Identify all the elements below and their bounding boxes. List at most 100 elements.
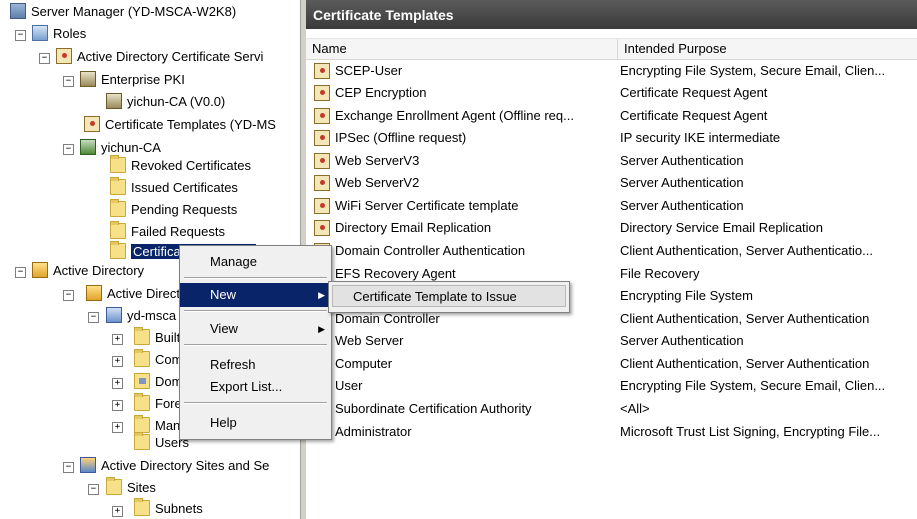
menu-item-cert-template-to-issue[interactable]: Certificate Template to Issue: [332, 285, 566, 307]
menu-item-refresh[interactable]: Refresh: [180, 353, 331, 377]
collapse-icon[interactable]: −: [15, 267, 26, 278]
table-row[interactable]: CEP Encryption Certificate Request Agent: [306, 82, 917, 104]
tree-subnets[interactable]: Subnets: [134, 497, 203, 519]
expand-icon[interactable]: +: [112, 422, 123, 433]
folder-icon: [134, 327, 150, 345]
collapse-icon[interactable]: −: [88, 312, 99, 323]
collapse-icon[interactable]: −: [63, 290, 74, 301]
table-row[interactable]: Web Server Server Authentication: [306, 330, 917, 352]
submenu-arrow-icon: ▶: [318, 290, 325, 300]
table-row[interactable]: IPSec (Offline request) IP security IKE …: [306, 127, 917, 149]
menu-item-manage[interactable]: Manage: [180, 250, 331, 274]
tree-enterprise-pki[interactable]: Enterprise PKI: [80, 68, 185, 90]
collapse-icon[interactable]: −: [88, 484, 99, 495]
domain-icon: [106, 307, 122, 323]
column-header-name[interactable]: Name: [306, 39, 618, 59]
tree-sites[interactable]: Sites: [106, 476, 156, 498]
expand-icon[interactable]: +: [112, 334, 123, 345]
table-row[interactable]: User Encrypting File System, Secure Emai…: [306, 375, 917, 397]
menu-item-view[interactable]: View ▶: [180, 317, 331, 341]
menu-item-new[interactable]: New ▶: [180, 283, 331, 307]
collapse-icon[interactable]: −: [63, 144, 74, 155]
collapse-icon[interactable]: −: [63, 76, 74, 87]
folder-icon: [134, 349, 150, 367]
table-row[interactable]: WiFi Server Certificate template Server …: [306, 195, 917, 217]
menu-separator: [184, 277, 327, 279]
folder-icon: [110, 177, 126, 195]
certificate-template-icon: [314, 220, 330, 236]
domain-controllers-folder-icon: [134, 373, 150, 389]
tree-ad-users-computers[interactable]: Active Direct: [86, 282, 180, 304]
tree-domain-controllers[interactable]: Dom: [134, 370, 182, 392]
certificate-template-icon: [314, 198, 330, 214]
expand-icon[interactable]: +: [112, 506, 123, 517]
certificate-template-icon: [314, 130, 330, 146]
folder-icon: [110, 155, 126, 173]
tree-yichun-ca-v0[interactable]: yichun-CA (V0.0): [106, 90, 225, 112]
table-row[interactable]: Exchange Enrollment Agent (Offline req..…: [306, 105, 917, 127]
users-computers-icon: [86, 285, 102, 301]
submenu-arrow-icon: ▶: [318, 324, 325, 334]
tree-ad-cert-services[interactable]: Active Directory Certificate Servi: [56, 45, 263, 67]
tree-yd-msca[interactable]: yd-msca: [106, 304, 176, 326]
collapse-icon[interactable]: −: [63, 462, 74, 473]
table-row[interactable]: Subordinate Certification Authority <All…: [306, 398, 917, 420]
tree-server-manager[interactable]: Server Manager (YD-MSCA-W2K8): [10, 0, 236, 22]
menu-item-export-list[interactable]: Export List...: [180, 375, 331, 399]
table-row[interactable]: SCEP-User Encrypting File System, Secure…: [306, 60, 917, 82]
tree-failed-requests[interactable]: Failed Requests: [110, 220, 225, 242]
folder-icon: [106, 477, 122, 495]
expand-icon[interactable]: +: [112, 400, 123, 411]
roles-icon: [32, 25, 48, 41]
table-row[interactable]: Domain Controller Authentication Client …: [306, 240, 917, 262]
tree-issued-certificates[interactable]: Issued Certificates: [110, 176, 238, 198]
folder-icon: [134, 393, 150, 411]
details-pane: Certificate Templates Name Intended Purp…: [306, 0, 917, 519]
panel-title: Certificate Templates: [306, 0, 917, 29]
table-row[interactable]: Web ServerV2 Server Authentication: [306, 172, 917, 194]
tree-builtin[interactable]: Built: [134, 326, 180, 348]
certificate-template-icon: [314, 175, 330, 191]
pki-icon: [80, 71, 96, 87]
tree-ad-domain-services[interactable]: Active Directory: [32, 259, 144, 281]
sites-services-icon: [80, 457, 96, 473]
certificate-services-icon: [56, 48, 72, 64]
folder-icon: [110, 221, 126, 239]
ca-icon: [80, 139, 96, 155]
tree-cert-templates-node[interactable]: Certificate Templates (YD-MS: [84, 113, 276, 135]
certificate-template-icon: [314, 85, 330, 101]
folder-icon: [110, 241, 126, 259]
table-row[interactable]: Directory Email Replication Directory Se…: [306, 217, 917, 239]
table-row[interactable]: Administrator Microsoft Trust List Signi…: [306, 421, 917, 443]
table-row[interactable]: Computer Client Authentication, Server A…: [306, 353, 917, 375]
tree-pending-requests[interactable]: Pending Requests: [110, 198, 237, 220]
collapse-icon[interactable]: −: [15, 30, 26, 41]
domain-services-icon: [32, 262, 48, 278]
certificate-template-icon: [314, 153, 330, 169]
tree-revoked-certificates[interactable]: Revoked Certificates: [110, 154, 251, 176]
collapse-icon[interactable]: −: [39, 53, 50, 64]
menu-separator: [184, 344, 327, 346]
context-menu: Manage New ▶ View ▶ Refresh Export List.…: [179, 245, 332, 440]
tree-computers[interactable]: Com: [134, 348, 182, 370]
expand-icon[interactable]: +: [112, 378, 123, 389]
folder-icon: [110, 199, 126, 217]
server-icon: [10, 3, 26, 19]
column-header-purpose[interactable]: Intended Purpose: [618, 39, 917, 59]
expand-icon[interactable]: +: [112, 356, 123, 367]
tree-foreign-security[interactable]: Fore: [134, 392, 182, 414]
tree-ad-sites[interactable]: Active Directory Sites and Se: [80, 454, 269, 476]
certificate-template-icon: [314, 63, 330, 79]
menu-separator: [184, 310, 327, 312]
column-header-row: Name Intended Purpose: [306, 38, 917, 60]
table-row[interactable]: Web ServerV3 Server Authentication: [306, 150, 917, 172]
folder-icon: [134, 432, 150, 450]
menu-separator: [184, 402, 327, 404]
new-submenu: Certificate Template to Issue: [328, 281, 570, 313]
certificate-template-icon: [314, 108, 330, 124]
tree-roles[interactable]: Roles: [32, 22, 86, 44]
ca-status-icon: [106, 93, 122, 109]
menu-item-help[interactable]: Help: [180, 411, 331, 435]
certificate-templates-icon: [84, 116, 100, 132]
folder-icon: [134, 498, 150, 516]
